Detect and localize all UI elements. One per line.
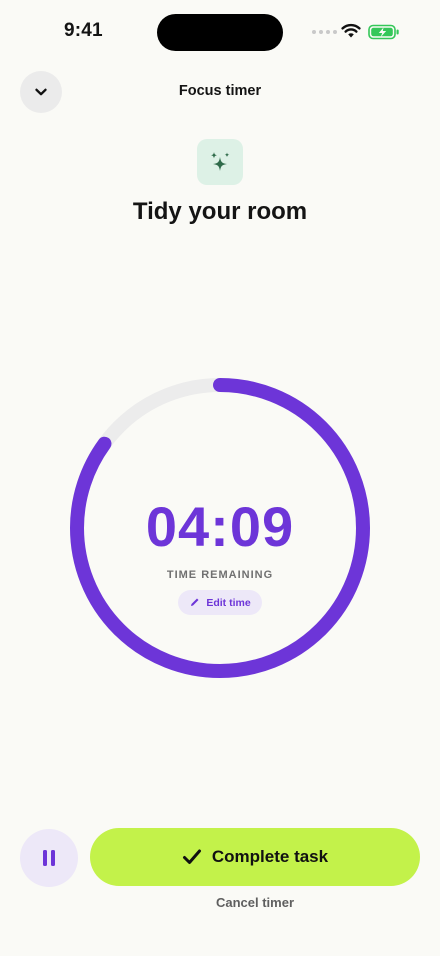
time-remaining-label: TIME REMAINING — [166, 569, 274, 581]
battery-charging-icon — [368, 24, 399, 40]
dynamic-island — [157, 14, 283, 51]
pause-button[interactable] — [20, 829, 78, 887]
edit-time-button[interactable]: Edit time — [178, 590, 262, 615]
edit-time-label: Edit time — [206, 596, 251, 609]
cellular-signal-icon — [312, 30, 337, 34]
complete-task-button[interactable]: Complete task — [90, 828, 420, 886]
page-title: Focus timer — [178, 83, 262, 99]
status-time: 9:41 — [64, 20, 103, 41]
time-remaining-value: 04:09 — [145, 495, 295, 558]
pause-icon — [43, 850, 55, 866]
sparkles-icon — [211, 152, 230, 171]
cancel-timer-link[interactable]: Cancel timer — [90, 895, 420, 910]
complete-task-label: Complete task — [211, 847, 329, 866]
wifi-icon — [341, 23, 361, 38]
checkmark-icon — [182, 849, 201, 864]
task-title: Tidy your room — [132, 198, 308, 225]
pencil-icon — [191, 598, 199, 606]
focus-timer-screen: 9:41 Focus timer Tidy your room 04:09 TI… — [0, 0, 440, 956]
task-icon-badge — [197, 139, 243, 185]
